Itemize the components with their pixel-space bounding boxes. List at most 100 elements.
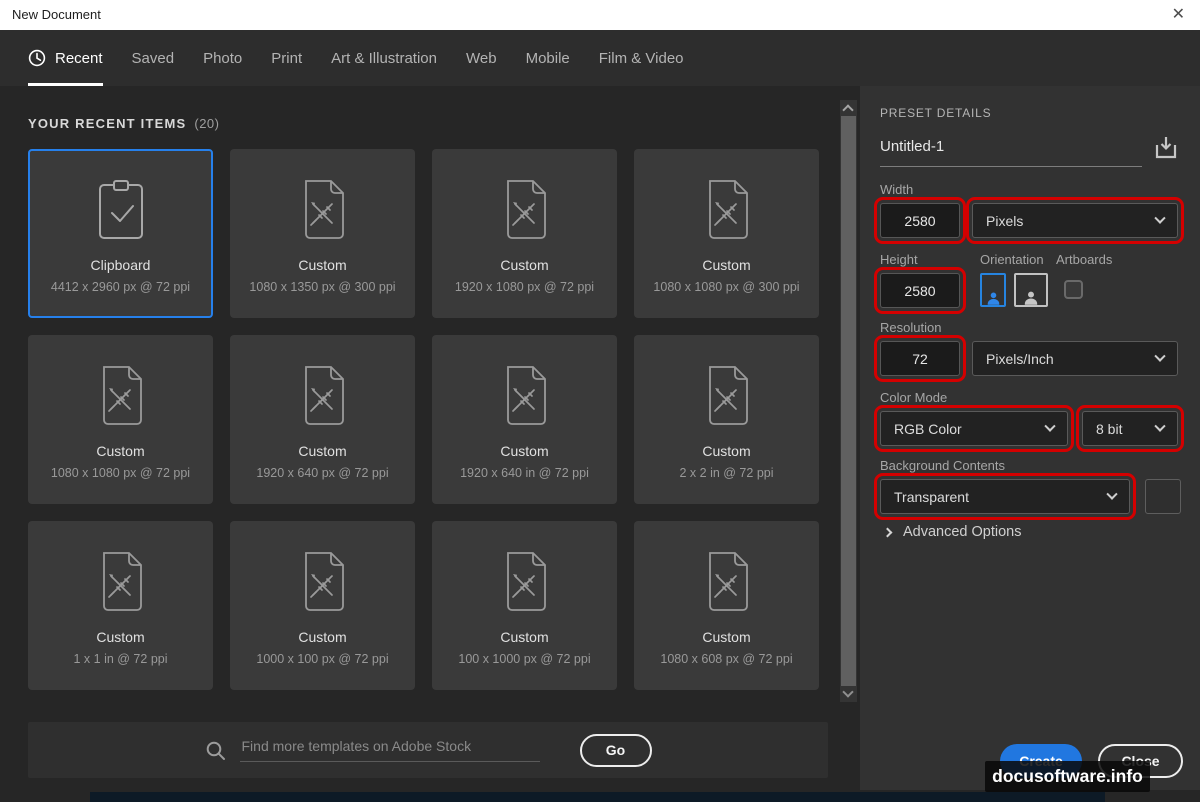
advanced-options-label: Advanced Options: [903, 524, 1022, 540]
scroll-up-icon[interactable]: [842, 104, 854, 116]
tab-art-illustration[interactable]: Art & Illustration: [331, 30, 437, 86]
background-window-edge: [90, 792, 1105, 802]
chevron-down-icon: [1154, 212, 1166, 224]
recent-item-card[interactable]: Custom 1080 x 1080 px @ 72 ppi: [28, 335, 213, 504]
recent-item-title: Clipboard: [90, 257, 151, 273]
recent-item-title: Custom: [298, 443, 347, 459]
recent-items-grid: Clipboard 4412 x 2960 px @ 72 ppi Custom…: [28, 149, 819, 690]
color-mode-select[interactable]: RGB Color: [874, 405, 1074, 452]
recent-item-title: Custom: [96, 443, 145, 459]
custom-document-icon: [499, 365, 551, 427]
document-name-field[interactable]: Untitled-1: [880, 138, 1142, 167]
recent-item-title: Custom: [500, 443, 549, 459]
recent-item-subtitle: 1080 x 1080 px @ 300 ppi: [653, 280, 800, 294]
recent-item-title: Custom: [702, 629, 751, 645]
custom-document-icon: [297, 365, 349, 427]
recent-item-card[interactable]: Custom 1080 x 608 px @ 72 ppi: [634, 521, 819, 690]
recent-item-card[interactable]: Custom 1080 x 1350 px @ 300 ppi: [230, 149, 415, 318]
go-button[interactable]: Go: [579, 733, 652, 767]
recent-item-card[interactable]: Custom 1000 x 100 px @ 72 ppi: [230, 521, 415, 690]
recent-item-subtitle: 1920 x 1080 px @ 72 ppi: [454, 280, 595, 294]
tab-saved[interactable]: Saved: [132, 30, 175, 86]
close-icon[interactable]: ✕: [1172, 0, 1185, 30]
height-input[interactable]: [874, 267, 966, 314]
custom-document-icon: [701, 551, 753, 613]
recent-item-title: Custom: [298, 629, 347, 645]
tab-web[interactable]: Web: [466, 30, 497, 86]
tab-label: Photo: [203, 49, 243, 67]
recent-item-title: Custom: [298, 257, 347, 273]
title-bar: New Document ✕: [0, 0, 1200, 30]
orientation-landscape-button[interactable]: [1014, 273, 1048, 307]
recent-items-heading: YOUR RECENT ITEMS (20): [28, 116, 219, 131]
recent-item-subtitle: 1080 x 1350 px @ 300 ppi: [249, 280, 396, 294]
orientation-label: Orientation: [980, 252, 1044, 267]
recent-item-subtitle: 1080 x 1080 px @ 72 ppi: [50, 466, 191, 480]
recent-item-subtitle: 1080 x 608 px @ 72 ppi: [660, 652, 793, 666]
tab-label: Mobile: [525, 49, 570, 67]
recent-item-card[interactable]: Custom 1920 x 640 px @ 72 ppi: [230, 335, 415, 504]
chevron-right-icon: [882, 527, 893, 537]
recent-item-title: Custom: [500, 257, 549, 273]
tab-mobile[interactable]: Mobile: [526, 30, 570, 86]
custom-document-icon: [499, 179, 551, 241]
background-contents-value: Transparent: [894, 488, 969, 505]
recent-items-count: (20): [194, 116, 220, 131]
background-color-swatch[interactable]: [1145, 479, 1181, 514]
recent-item-title: Custom: [500, 629, 549, 645]
recent-item-title: Custom: [96, 629, 145, 645]
chevron-down-icon: [1106, 488, 1118, 500]
recent-item-card[interactable]: Custom 1920 x 640 in @ 72 ppi: [432, 335, 617, 504]
custom-document-icon: [95, 365, 147, 427]
advanced-options-toggle[interactable]: Advanced Options: [882, 524, 1022, 540]
chevron-down-icon: [1154, 420, 1166, 432]
orientation-portrait-button[interactable]: [980, 273, 1006, 307]
vertical-scrollbar[interactable]: [840, 100, 857, 702]
height-label: Height: [880, 252, 918, 267]
recent-item-card-clipboard[interactable]: Clipboard 4412 x 2960 px @ 72 ppi: [28, 149, 213, 318]
clock-icon: [28, 49, 46, 67]
width-unit-select[interactable]: Pixels: [966, 197, 1184, 244]
custom-document-icon: [297, 551, 349, 613]
recent-item-card[interactable]: Custom 2 x 2 in @ 72 ppi: [634, 335, 819, 504]
recent-item-subtitle: 1920 x 640 in @ 72 ppi: [460, 466, 589, 480]
scroll-down-icon[interactable]: [842, 686, 854, 698]
bit-depth-value: 8 bit: [1096, 420, 1123, 437]
recent-items-panel: YOUR RECENT ITEMS (20) Clipboard 4412 x 2…: [0, 86, 860, 790]
custom-document-icon: [701, 179, 753, 241]
tab-recent[interactable]: Recent: [28, 30, 103, 86]
tab-label: Recent: [55, 49, 103, 67]
category-tab-bar: Recent Saved Photo Print Art & Illustrat…: [0, 30, 1200, 86]
search-icon: [206, 741, 225, 760]
recent-item-card[interactable]: Custom 100 x 1000 px @ 72 ppi: [432, 521, 617, 690]
recent-item-subtitle: 1920 x 640 px @ 72 ppi: [256, 466, 389, 480]
custom-document-icon: [701, 365, 753, 427]
recent-item-card[interactable]: Custom 1080 x 1080 px @ 300 ppi: [634, 149, 819, 318]
resolution-unit-select[interactable]: Pixels/Inch: [972, 341, 1178, 376]
custom-document-icon: [297, 179, 349, 241]
color-mode-value: RGB Color: [894, 420, 962, 437]
resolution-input[interactable]: [874, 335, 966, 382]
color-mode-label: Color Mode: [880, 390, 948, 405]
tab-label: Saved: [131, 49, 175, 67]
width-unit-value: Pixels: [986, 212, 1024, 229]
watermark: docusoftware.info: [985, 761, 1150, 792]
chevron-down-icon: [1044, 420, 1056, 432]
tab-photo[interactable]: Photo: [203, 30, 242, 86]
save-preset-icon[interactable]: [1152, 134, 1180, 162]
background-contents-select[interactable]: Transparent: [874, 473, 1136, 520]
preset-details-heading: PRESET DETAILS: [880, 106, 992, 120]
recent-item-title: Custom: [702, 257, 751, 273]
scrollbar-thumb[interactable]: [841, 116, 856, 686]
width-input[interactable]: [874, 197, 966, 244]
resolution-label: Resolution: [880, 320, 942, 335]
search-input[interactable]: [239, 738, 540, 762]
recent-item-card[interactable]: Custom 1 x 1 in @ 72 ppi: [28, 521, 213, 690]
tab-print[interactable]: Print: [271, 30, 302, 86]
recent-item-subtitle: 1000 x 100 px @ 72 ppi: [256, 652, 389, 666]
portrait-person-icon: [986, 292, 1001, 305]
bit-depth-select[interactable]: 8 bit: [1076, 405, 1184, 452]
tab-film-video[interactable]: Film & Video: [599, 30, 684, 86]
artboards-checkbox[interactable]: [1064, 280, 1083, 299]
recent-item-card[interactable]: Custom 1920 x 1080 px @ 72 ppi: [432, 149, 617, 318]
